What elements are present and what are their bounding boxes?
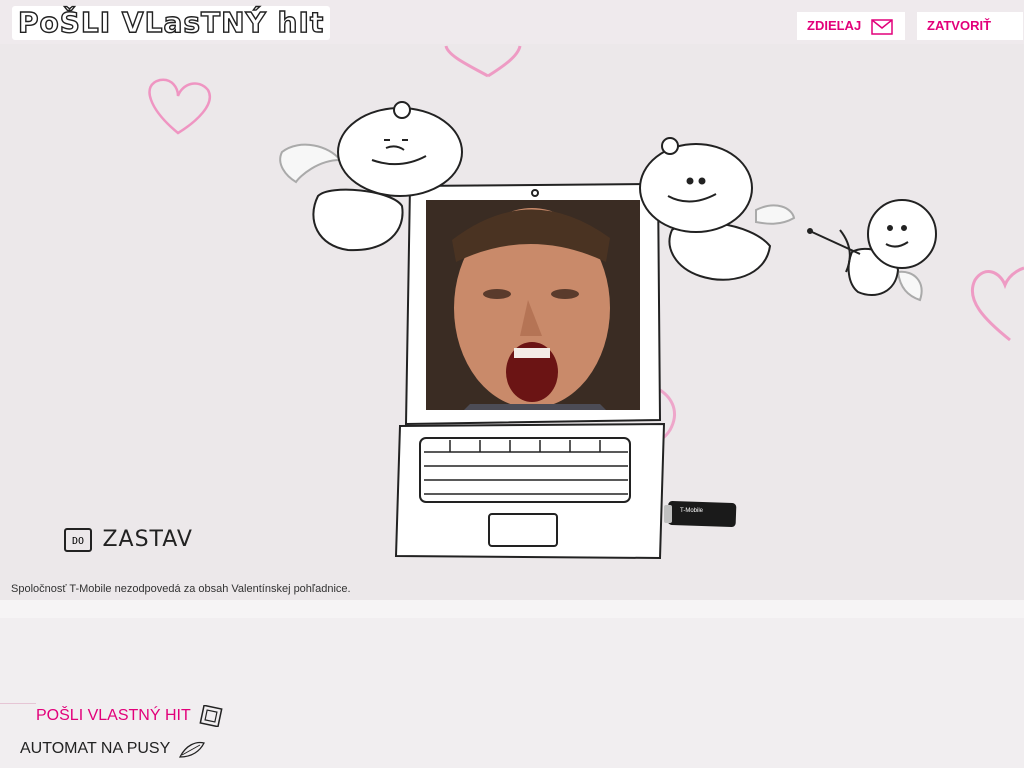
disclaimer-text: Spoločnosť T-Mobile nezodpovedá za obsah… <box>11 583 351 595</box>
stop-icon: DO <box>64 527 92 552</box>
close-label: ZATVORIŤ <box>927 18 992 33</box>
nav-kiss-machine-label: AUTOMAT NA PUSY <box>20 740 170 757</box>
share-label: ZDIEĽAJ <box>807 18 862 33</box>
card-stage: T-Mobile <box>0 44 1024 600</box>
cherub-middle <box>639 137 796 281</box>
usb-modem-drawing <box>664 500 737 528</box>
nav-divider <box>0 703 36 704</box>
nav-send-own-hit-label: POŠLI VLASTNÝ HIT <box>36 707 191 724</box>
heart-icon <box>148 78 211 135</box>
card-illustration <box>148 45 1024 560</box>
leaf-icon <box>179 741 206 758</box>
cherub-right <box>807 199 937 302</box>
top-bar: PoŠLI VLasTNÝ hIt ZDIEĽAJ ZATVORIŤ <box>0 0 1024 61</box>
envelope-icon <box>871 18 893 35</box>
stage-shadow <box>0 600 1024 618</box>
heart-icon <box>970 266 1024 342</box>
stop-button[interactable]: DO ZASTAV <box>64 527 193 557</box>
heart-icon <box>444 45 522 78</box>
nav-kiss-machine[interactable]: AUTOMAT NA PUSY <box>20 736 206 762</box>
photo-card-icon <box>199 704 223 728</box>
share-button[interactable]: ZDIEĽAJ <box>797 12 905 40</box>
modem-label: T-Mobile <box>680 508 704 514</box>
close-button[interactable]: ZATVORIŤ <box>917 12 1023 61</box>
stop-label: ZASTAV <box>102 527 193 552</box>
nav-send-own-hit[interactable]: POŠLI VLASTNÝ HIT <box>36 703 223 729</box>
face-photo <box>426 200 640 410</box>
app-logo: PoŠLI VLasTNÝ hIt <box>12 5 331 40</box>
